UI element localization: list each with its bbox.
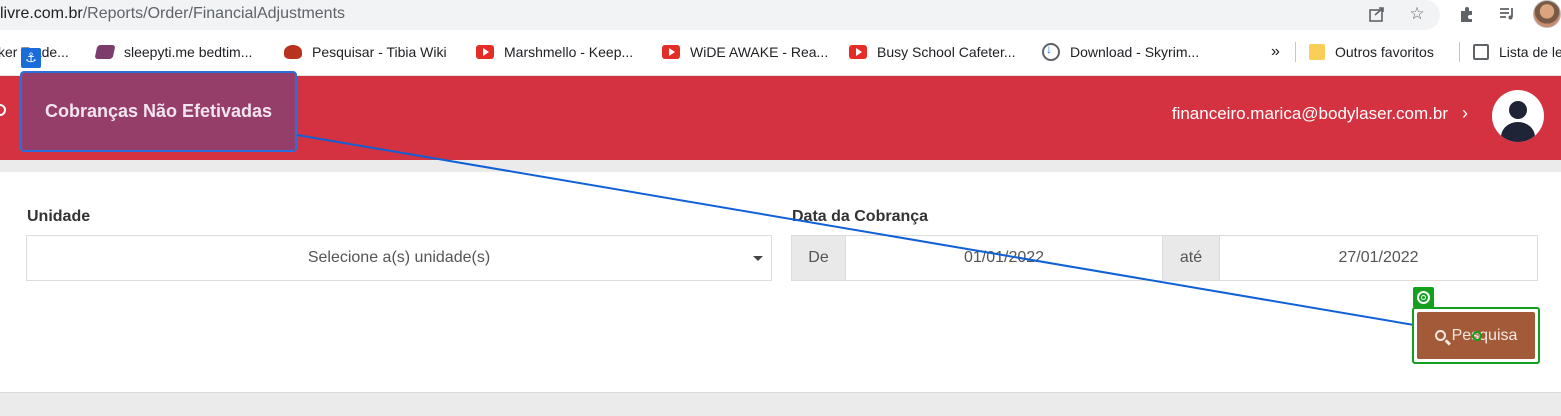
bookmark-item[interactable]: Busy School Cafeter... [849,41,1016,63]
user-email[interactable]: financeiro.marica@bodylaser.com.br [1172,104,1448,124]
caret-down-icon [753,256,763,261]
bookmarks-separator [1459,42,1460,62]
reading-list-icon [1473,44,1489,60]
sleepytime-icon [94,45,116,59]
bookmarks-bar: ker Trade... sleepyti.me bedtim... Pesqu… [0,30,1561,76]
chevron-right-icon[interactable]: › [1462,103,1468,124]
search-icon [1434,330,1446,341]
unit-select[interactable]: Selecione a(s) unidade(s) [26,235,772,281]
bookmark-item[interactable]: Pesquisar - Tibia Wiki [284,41,447,63]
media-icon[interactable] [1496,3,1518,25]
share-icon[interactable] [1366,3,1388,25]
bookmark-item[interactable]: sleepyti.me bedtim... [94,41,253,63]
avatar-head [1509,101,1527,119]
url-text[interactable]: livre.com.br/Reports/Order/FinancialAdju… [0,3,345,25]
url-path: /Reports/Order/FinancialAdjustments [82,5,346,22]
youtube-icon [849,45,867,59]
youtube-icon [662,45,680,59]
bookmark-label: Busy School Cafeter... [877,44,1016,60]
extensions-icon[interactable] [1456,3,1478,25]
folder-icon [1309,44,1325,60]
target-icon [1413,287,1434,308]
search-button-label: Pesquisa [1451,326,1518,344]
reading-list-label: Lista de le [1499,44,1561,60]
bookmark-label: Pesquisar - Tibia Wiki [312,44,447,60]
youtube-icon [476,45,494,59]
date-to-input[interactable]: 27/01/2022 [1219,235,1538,281]
avatar-body [1501,122,1535,142]
tibia-icon [284,45,302,59]
browser-toolbar: livre.com.br/Reports/Order/FinancialAdju… [0,0,1561,30]
other-favorites-label: Outros favoritos [1335,44,1434,60]
bookmark-label: Download - Skyrim... [1070,44,1200,60]
header-divider [0,160,1561,172]
url-host: livre.com.br [0,5,83,22]
download-icon [1042,42,1060,61]
bookmarks-separator [1295,42,1296,62]
avatar[interactable] [1492,90,1544,142]
reading-list-button[interactable]: Lista de le [1473,41,1561,63]
charge-date-label: Data da Cobrança [792,208,929,225]
panel-footer [0,392,1561,416]
unit-label: Unidade [27,208,91,225]
profile-avatar[interactable] [1533,0,1561,28]
filter-panel [0,172,1561,392]
bookmarks-overflow-button[interactable]: » [1271,41,1280,63]
date-from-addon: De [791,235,846,281]
bookmark-item[interactable]: WiDE AWAKE - Rea... [662,41,828,63]
date-from-input[interactable]: 01/01/2022 [845,235,1163,281]
bookmark-label: sleepyti.me bedtim... [124,44,253,60]
page-title-box: Cobranças Não Efetivadas [20,71,297,152]
page-title: Cobranças Não Efetivadas [44,101,273,121]
bookmark-label: Marshmello - Keep... [504,44,634,60]
date-to-addon: até [1162,235,1220,281]
bookmark-item[interactable]: Download - Skyrim... [1042,41,1199,63]
anchor-icon: ⚓ [21,48,41,68]
bookmark-item[interactable]: Marshmello - Keep... [476,41,633,63]
click-point-icon [1472,331,1482,341]
star-icon[interactable]: ☆ [1406,3,1428,25]
other-favorites-folder[interactable]: Outros favoritos [1309,41,1434,63]
bookmark-label: WiDE AWAKE - Rea... [690,44,829,60]
unit-select-value: Selecione a(s) unidade(s) [307,249,491,266]
